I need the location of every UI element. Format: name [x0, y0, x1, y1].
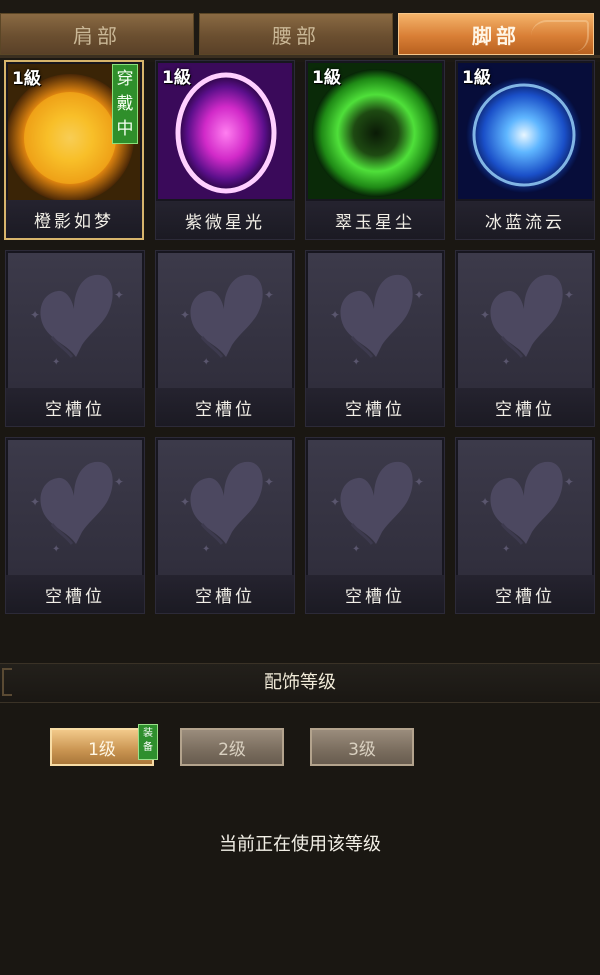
- empty-slot-card[interactable]: ✦ ✦ ✦ 空槽位: [305, 437, 445, 614]
- svg-text:✦: ✦: [564, 288, 574, 302]
- accessory-card-blue[interactable]: 1級 冰蓝流云: [455, 60, 595, 240]
- butterfly-icon: ✦ ✦ ✦: [8, 253, 142, 389]
- empty-slot-label: 空槽位: [456, 575, 594, 613]
- svg-text:✦: ✦: [52, 357, 60, 368]
- item-level-label: 1級: [162, 68, 191, 88]
- empty-slot-card[interactable]: ✦ ✦ ✦ 空槽位: [155, 437, 295, 614]
- empty-slot-card[interactable]: ✦ ✦ ✦ 空槽位: [455, 250, 595, 427]
- equipped-tag: 装备: [138, 724, 158, 760]
- svg-text:✦: ✦: [330, 495, 340, 509]
- section-title: 配饰等级: [264, 672, 336, 693]
- item-level-label: 1級: [462, 68, 491, 88]
- svg-text:✦: ✦: [502, 357, 510, 368]
- svg-text:✦: ✦: [502, 544, 510, 555]
- level-2-button[interactable]: 2级: [180, 728, 284, 766]
- empty-slot-label: 空槽位: [6, 575, 144, 613]
- tab-shoulder[interactable]: 肩部: [0, 13, 194, 55]
- worn-badge: 穿戴中: [112, 64, 138, 144]
- empty-slot-card[interactable]: ✦ ✦ ✦ 空槽位: [155, 250, 295, 427]
- butterfly-icon: ✦ ✦ ✦: [158, 253, 292, 389]
- tab-feet[interactable]: 脚部: [398, 13, 594, 55]
- svg-text:✦: ✦: [114, 475, 124, 489]
- empty-slot-label: 空槽位: [306, 575, 444, 613]
- accessory-card-purple[interactable]: 1級 紫微星光: [155, 60, 295, 240]
- svg-text:✦: ✦: [414, 475, 424, 489]
- butterfly-icon: ✦ ✦ ✦: [8, 440, 142, 576]
- butterfly-icon: ✦ ✦ ✦: [308, 440, 442, 576]
- svg-text:✦: ✦: [264, 288, 274, 302]
- empty-slot-label: 空槽位: [6, 388, 144, 426]
- butterfly-icon: ✦ ✦ ✦: [158, 440, 292, 576]
- accessory-card-green[interactable]: 1級 翠玉星尘: [305, 60, 445, 240]
- empty-slot-label: 空槽位: [156, 575, 294, 613]
- accessory-name: 冰蓝流云: [456, 201, 594, 239]
- item-level-label: 1級: [12, 69, 41, 89]
- level-3-button[interactable]: 3级: [310, 728, 414, 766]
- accessory-card-orange[interactable]: 1級 穿戴中 橙影如梦: [4, 60, 144, 240]
- empty-slot-card[interactable]: ✦ ✦ ✦ 空槽位: [455, 437, 595, 614]
- svg-text:✦: ✦: [202, 357, 210, 368]
- empty-slot-card[interactable]: ✦ ✦ ✦ 空槽位: [5, 250, 145, 427]
- svg-text:✦: ✦: [180, 495, 190, 509]
- svg-text:✦: ✦: [30, 495, 40, 509]
- svg-text:✦: ✦: [202, 544, 210, 555]
- tab-divider: [0, 55, 600, 58]
- svg-text:✦: ✦: [352, 357, 360, 368]
- tab-ornament-icon: [531, 20, 589, 52]
- accessory-name: 橙影如梦: [6, 200, 142, 238]
- butterfly-icon: ✦ ✦ ✦: [458, 253, 592, 389]
- empty-slot-card[interactable]: ✦ ✦ ✦ 空槽位: [5, 437, 145, 614]
- butterfly-icon: ✦ ✦ ✦: [308, 253, 442, 389]
- section-header: 配饰等级: [0, 663, 600, 703]
- accessory-name: 翠玉星尘: [306, 201, 444, 239]
- svg-text:✦: ✦: [480, 308, 490, 322]
- accessory-name: 紫微星光: [156, 201, 294, 239]
- empty-slot-label: 空槽位: [306, 388, 444, 426]
- empty-slot-card[interactable]: ✦ ✦ ✦ 空槽位: [305, 250, 445, 427]
- status-text: 当前正在使用该等级: [219, 834, 381, 855]
- svg-text:✦: ✦: [30, 308, 40, 322]
- tab-waist[interactable]: 腰部: [199, 13, 393, 55]
- butterfly-icon: ✦ ✦ ✦: [458, 440, 592, 576]
- svg-text:✦: ✦: [52, 544, 60, 555]
- svg-text:✦: ✦: [352, 544, 360, 555]
- svg-text:✦: ✦: [264, 475, 274, 489]
- empty-slot-label: 空槽位: [156, 388, 294, 426]
- svg-text:✦: ✦: [564, 475, 574, 489]
- svg-text:✦: ✦: [114, 288, 124, 302]
- empty-slot-label: 空槽位: [456, 388, 594, 426]
- svg-text:✦: ✦: [414, 288, 424, 302]
- svg-text:✦: ✦: [330, 308, 340, 322]
- svg-text:✦: ✦: [180, 308, 190, 322]
- svg-text:✦: ✦: [480, 495, 490, 509]
- item-level-label: 1級: [312, 68, 341, 88]
